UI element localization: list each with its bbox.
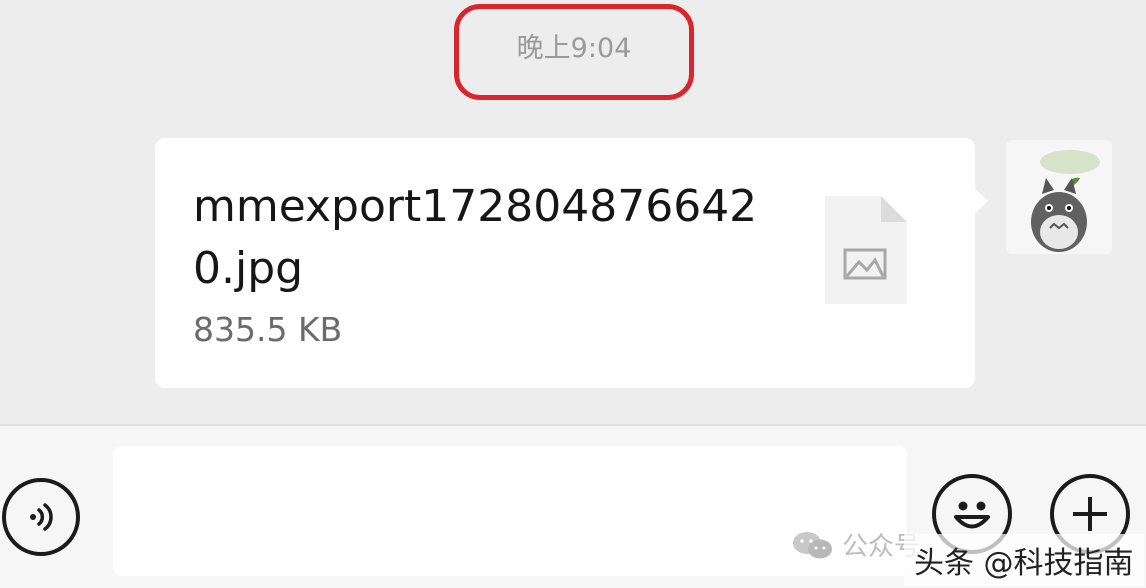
wechat-logo-icon xyxy=(793,531,832,558)
toutiao-watermark: 头条 @科技指南 xyxy=(904,534,1144,586)
wechat-watermark: 公众号 xyxy=(792,526,920,563)
message-input[interactable] xyxy=(113,446,907,576)
file-message-bubble[interactable]: mmexport1728048766420.jpg 835.5 KB xyxy=(155,138,988,388)
plus-icon xyxy=(1073,497,1107,531)
voice-icon xyxy=(30,503,53,531)
sender-avatar[interactable] xyxy=(1006,140,1112,254)
image-file-icon xyxy=(823,194,909,306)
file-name: mmexport1728048766420.jpg xyxy=(193,181,758,294)
voice-button[interactable] xyxy=(2,478,80,556)
file-size: 835.5 KB xyxy=(193,310,343,349)
message-timestamp: 晚上9:04 xyxy=(516,33,632,64)
